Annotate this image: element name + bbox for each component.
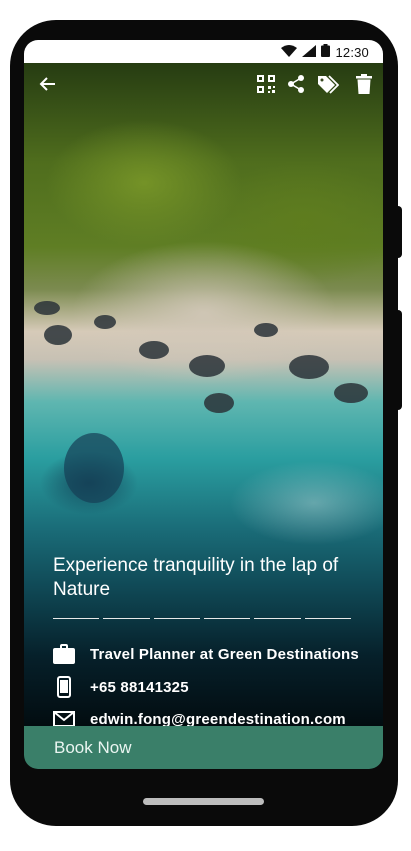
signal-icon — [302, 44, 317, 60]
progress-segment — [203, 618, 251, 619]
phone-icon — [53, 676, 75, 698]
progress-segment — [153, 618, 200, 619]
home-indicator[interactable] — [143, 798, 264, 805]
phone-number[interactable]: +65 88141325 — [90, 679, 189, 696]
progress-segment — [304, 618, 351, 619]
progress-indicator — [53, 618, 351, 620]
trash-icon[interactable] — [352, 72, 376, 96]
phone-row[interactable]: +65 88141325 — [53, 675, 189, 699]
battery-icon — [321, 44, 331, 60]
top-bar — [24, 63, 383, 107]
progress-segment — [103, 618, 150, 619]
book-now-label: Book Now — [54, 737, 132, 757]
progress-segment — [254, 618, 301, 619]
hero-headline: Experience tranquility in the lap of Nat… — [53, 555, 339, 600]
briefcase-icon — [53, 643, 75, 665]
screen: 12:30 Experience tranquility in the lap … — [24, 40, 383, 769]
share-icon[interactable] — [284, 72, 308, 96]
wifi-icon — [281, 44, 298, 60]
arrow-left-icon[interactable] — [36, 72, 60, 96]
tags-icon[interactable] — [316, 72, 340, 96]
qr-code-icon[interactable] — [254, 72, 278, 96]
job-title: Travel Planner at Green Destinations — [90, 645, 359, 663]
job-row: Travel Planner at Green Destinations — [53, 642, 359, 666]
book-now-button[interactable]: Book Now — [24, 726, 383, 769]
progress-segment — [53, 618, 100, 619]
email-address[interactable]: edwin.fong@greendestination.com — [90, 711, 346, 728]
status-time: 12:30 — [335, 44, 369, 60]
status-bar: 12:30 — [24, 40, 383, 63]
